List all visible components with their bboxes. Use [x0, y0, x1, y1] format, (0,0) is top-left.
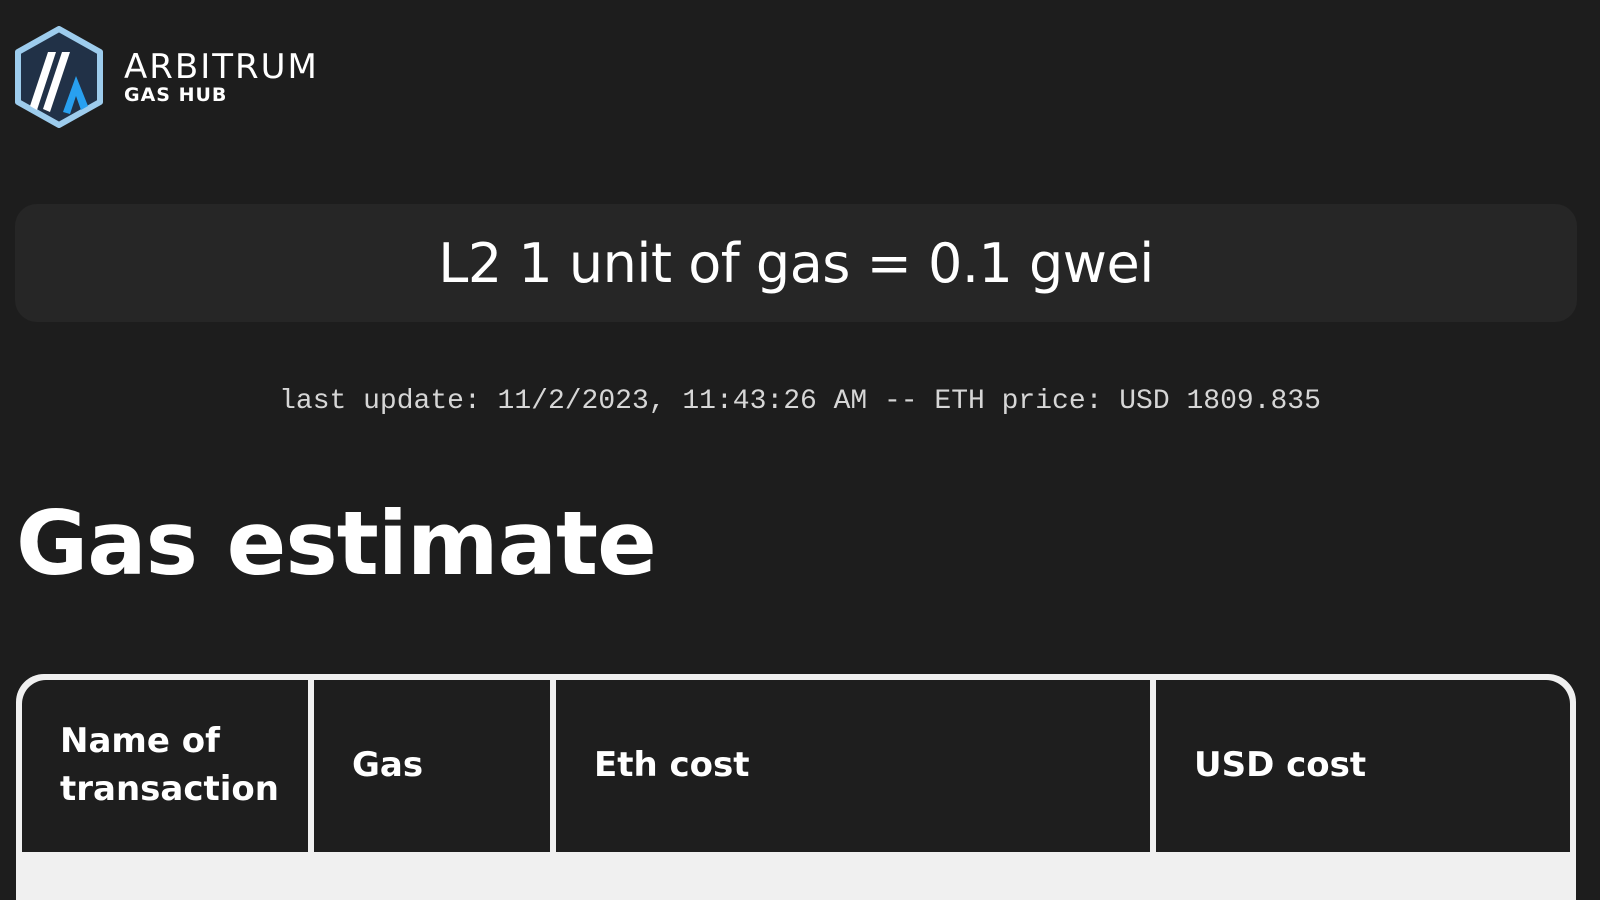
logo-title: ARBITRUM — [124, 46, 319, 87]
arbitrum-logo-icon — [15, 26, 103, 128]
brand-logo[interactable]: ARBITRUM GAS HUB — [14, 26, 319, 128]
page-title: Gas estimate — [16, 492, 657, 595]
gas-price-banner: L2 1 unit of gas = 0.1 gwei — [15, 204, 1577, 322]
column-header-gas: Gas — [314, 680, 550, 852]
column-header-eth-cost: Eth cost — [556, 680, 1150, 852]
gas-price-text: L2 1 unit of gas = 0.1 gwei — [438, 231, 1154, 295]
last-update-status: last update: 11/2/2023, 11:43:26 AM -- E… — [279, 386, 1321, 417]
gas-estimate-table: Name of transaction Gas Eth cost USD cos… — [16, 674, 1576, 900]
table-header-row: Name of transaction Gas Eth cost USD cos… — [22, 680, 1570, 852]
logo-text: ARBITRUM GAS HUB — [124, 50, 319, 105]
page: ARBITRUM GAS HUB L2 1 unit of gas = 0.1 … — [0, 0, 1600, 900]
logo-subtitle: GAS HUB — [124, 83, 228, 106]
column-header-name: Name of transaction — [22, 680, 308, 852]
column-header-usd-cost: USD cost — [1156, 680, 1570, 852]
